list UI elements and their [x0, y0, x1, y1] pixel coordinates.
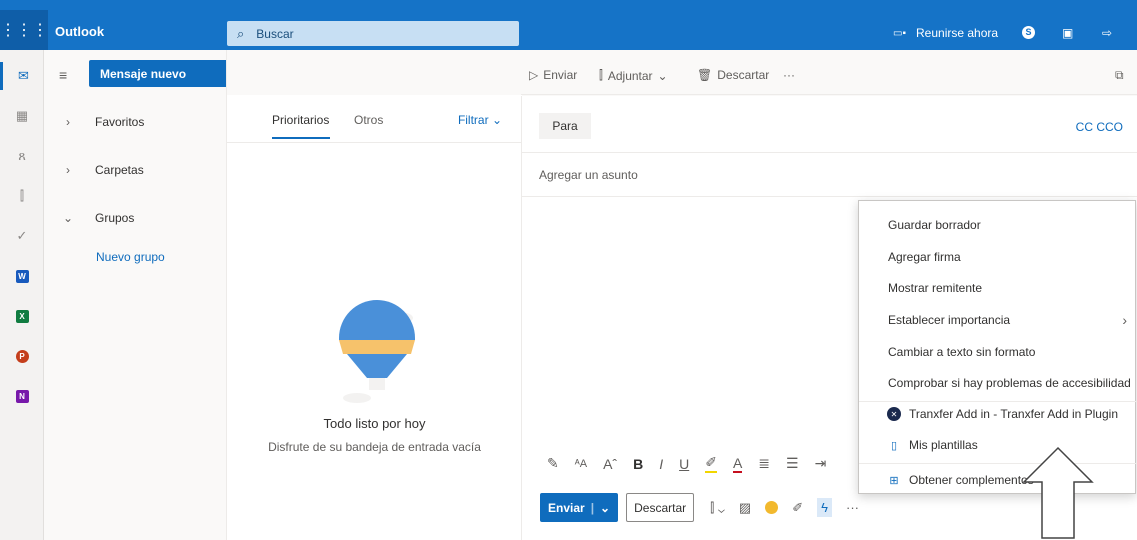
search-box[interactable]: ⌕ Buscar	[227, 21, 519, 46]
trash-icon: 🗑	[697, 68, 713, 82]
skype-icon[interactable]: S	[1022, 26, 1035, 39]
folder-carpetas[interactable]: › Carpetas	[45, 158, 225, 182]
search-icon: ⌕	[237, 25, 245, 41]
toolbar-more-button[interactable]: ···	[783, 68, 795, 82]
divider	[522, 152, 1137, 153]
format-painter-icon[interactable]: ✎	[547, 455, 559, 472]
people-icon[interactable]: ጸ	[0, 142, 44, 170]
emoji-icon[interactable]	[765, 501, 779, 514]
nav-rail: ✉ ▦ ጸ ⫿ ✓ W X P N	[0, 50, 44, 540]
send-icon: ▷	[529, 68, 539, 82]
highlight-icon[interactable]: ✐	[705, 454, 717, 473]
office-icon[interactable]: ▣	[1062, 26, 1073, 40]
app-title[interactable]: Outlook	[55, 24, 104, 39]
bullets-icon[interactable]: ≣	[758, 455, 770, 472]
grow-font-icon[interactable]: Aˆ	[603, 456, 617, 472]
meet-now-label: Reunirse ahora	[916, 26, 999, 40]
toolbar-attach-button[interactable]: ⫿ Adjuntar ⌄	[599, 68, 668, 83]
tab-prioritarios[interactable]: Prioritarios	[272, 113, 329, 127]
onenote-icon[interactable]: N	[0, 382, 44, 410]
folder-grupos[interactable]: ⌄ Grupos	[45, 206, 225, 230]
cc-bcc-buttons[interactable]: CC CCO	[1076, 120, 1123, 134]
send-button[interactable]: Enviar | ⌄	[540, 493, 619, 522]
chevron-down-icon: ⌄	[62, 211, 74, 225]
chevron-right-icon: ›	[1122, 312, 1127, 328]
mail-icon[interactable]: ✉	[0, 62, 44, 90]
underline-icon[interactable]: U	[679, 456, 689, 472]
image-icon[interactable]: ▨	[739, 500, 751, 516]
empty-title: Todo listo por hoy	[323, 416, 426, 431]
popout-icon[interactable]: ⧉	[1115, 68, 1124, 83]
menu-item-add-signature[interactable]: Agregar firma	[859, 241, 1137, 273]
annotation-arrow-icon	[1022, 446, 1094, 539]
todo-icon[interactable]: ✓	[0, 222, 44, 250]
folder-label: Carpetas	[95, 163, 144, 177]
discard-button[interactable]: Descartar	[626, 493, 695, 522]
filter-button[interactable]: Filtrar ⌄	[458, 113, 502, 127]
folder-pane: ≡ Mensaje nuevo › Favoritos › Carpetas ⌄…	[45, 50, 239, 540]
divider	[522, 196, 1137, 197]
numbering-icon[interactable]: ☰	[786, 455, 799, 472]
hamburger-icon[interactable]: ≡	[59, 67, 67, 83]
paperclip-icon[interactable]: ⫿	[0, 182, 44, 210]
to-button[interactable]: Para	[539, 113, 591, 139]
more-options-icon[interactable]: ···	[846, 500, 859, 515]
toolbar-send-button[interactable]: ▷ Enviar	[529, 68, 577, 82]
bold-icon[interactable]: B	[633, 456, 643, 472]
chevron-down-icon[interactable]: ⌄	[600, 501, 610, 515]
message-list: Prioritarios Otros Filtrar ⌄ Todo listo …	[226, 50, 522, 540]
active-tab-indicator	[272, 137, 330, 139]
meet-now-button[interactable]: ▭▪ Reunirse ahora	[893, 26, 998, 40]
word-icon[interactable]: W	[0, 262, 44, 290]
top-bar: ⋮⋮⋮ Outlook ⌕ Buscar ▭▪ Reunirse ahora S…	[0, 0, 1137, 50]
tranxfer-icon: ✕	[887, 407, 901, 421]
calendar-icon[interactable]: ▦	[0, 102, 44, 130]
toolbar-discard-button[interactable]: 🗑 Descartar	[697, 68, 769, 82]
chevron-right-icon: ›	[66, 115, 70, 129]
font-size-icon[interactable]: ᴬA	[575, 458, 587, 470]
menu-item-tranxfer[interactable]: ✕ Tranxfer Add in - Tranxfer Add in Plug…	[859, 398, 1137, 430]
subject-input[interactable]: Agregar un asunto	[539, 168, 638, 182]
pen-icon[interactable]: ✐	[792, 500, 803, 516]
chevron-down-icon: ⌄	[657, 68, 668, 83]
template-icon: ▯	[890, 439, 898, 452]
paperclip-icon[interactable]: ⫿ ⌄	[710, 500, 725, 516]
feedback-icon[interactable]: ⇨	[1102, 26, 1112, 40]
folder-label: Favoritos	[95, 115, 145, 129]
indent-icon[interactable]: ⇥	[815, 455, 827, 472]
send-row-icons: ⫿ ⌄ ▨ ✐ ϟ ···	[710, 498, 859, 517]
excel-icon[interactable]: X	[0, 302, 44, 330]
video-icon: ▭▪	[893, 27, 906, 39]
new-group-link[interactable]: Nuevo grupo	[96, 250, 165, 264]
app-launcher-icon[interactable]: ⋮⋮⋮	[0, 10, 48, 50]
font-color-icon[interactable]: A	[732, 455, 743, 473]
search-placeholder: Buscar	[256, 26, 294, 41]
send-row: Enviar | ⌄ Descartar ⫿ ⌄ ▨ ✐ ϟ ···	[540, 493, 859, 522]
powerpoint-icon[interactable]: P	[0, 342, 44, 370]
folder-favoritos[interactable]: › Favoritos	[45, 110, 225, 134]
menu-item-accessibility[interactable]: Comprobar si hay problemas de accesibili…	[859, 367, 1137, 399]
new-mail-button[interactable]: Mensaje nuevo	[89, 60, 239, 87]
empty-subtitle: Disfrute de su bandeja de entrada vacía	[268, 440, 481, 454]
compose-toolbar: ▷ Enviar ⫿ Adjuntar ⌄ 🗑 Descartar ··· ⧉	[521, 50, 1137, 95]
tab-otros[interactable]: Otros	[354, 113, 383, 127]
menu-item-show-from[interactable]: Mostrar remitente	[859, 272, 1137, 304]
menu-item-set-importance[interactable]: Establecer importancia ›	[859, 304, 1137, 336]
italic-icon[interactable]: I	[659, 456, 663, 472]
menu-item-plain-text[interactable]: Cambiar a texto sin formato	[859, 336, 1137, 368]
format-toolbar: ✎ ᴬA Aˆ B I U ✐ A ≣ ☰ ⇥	[547, 454, 826, 473]
menu-item-save-draft[interactable]: Guardar borrador	[859, 209, 1137, 241]
message-tabs: Prioritarios Otros Filtrar ⌄	[227, 95, 522, 143]
balloon-illustration	[339, 300, 415, 403]
addin-icon[interactable]: ϟ	[817, 498, 833, 517]
paperclip-icon: ⫿	[599, 68, 603, 82]
addins-icon: ⊞	[889, 474, 899, 487]
chevron-right-icon: ›	[66, 163, 70, 177]
folder-label: Grupos	[95, 211, 135, 225]
